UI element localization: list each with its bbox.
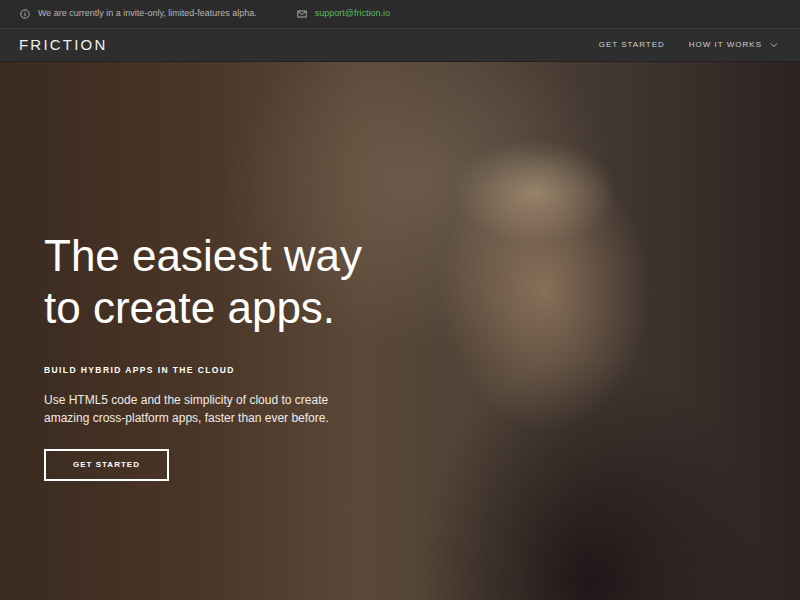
brand-logo[interactable]: FRICTION [19, 34, 107, 57]
hero-title: The easiest wayto create apps. [44, 230, 800, 334]
chevron-down-icon[interactable] [770, 41, 778, 49]
hero: The easiest wayto create apps. BUILD HYB… [0, 62, 800, 600]
notice-text: We are currently in a invite-only, limit… [38, 7, 257, 21]
navbar: FRICTION GET STARTED HOW IT WORKS [0, 28, 800, 62]
hero-content: The easiest wayto create apps. BUILD HYB… [0, 62, 800, 481]
hero-title-line: to create apps. [44, 282, 800, 334]
nav-label[interactable]: GET STARTED [599, 39, 665, 51]
get-started-button[interactable]: GET STARTED [44, 449, 169, 481]
hero-text: Use HTML5 code and the simplicity of clo… [44, 391, 374, 427]
notice: We are currently in a invite-only, limit… [20, 7, 257, 21]
contact: support@friction.io [297, 7, 390, 21]
hero-title-line: The easiest way [44, 230, 800, 282]
hero-kicker: BUILD HYBRID APPS IN THE CLOUD [44, 364, 800, 377]
nav-dropdown[interactable]: HOW IT WORKS [689, 39, 778, 51]
envelope-icon [297, 9, 307, 19]
notice-bar: We are currently in a invite-only, limit… [0, 0, 800, 28]
nav-link[interactable]: GET STARTED [599, 39, 665, 51]
nav-menu: GET STARTED HOW IT WORKS [599, 39, 778, 51]
info-icon [20, 9, 30, 19]
nav-label[interactable]: HOW IT WORKS [689, 39, 762, 51]
support-email[interactable]: support@friction.io [315, 7, 390, 21]
